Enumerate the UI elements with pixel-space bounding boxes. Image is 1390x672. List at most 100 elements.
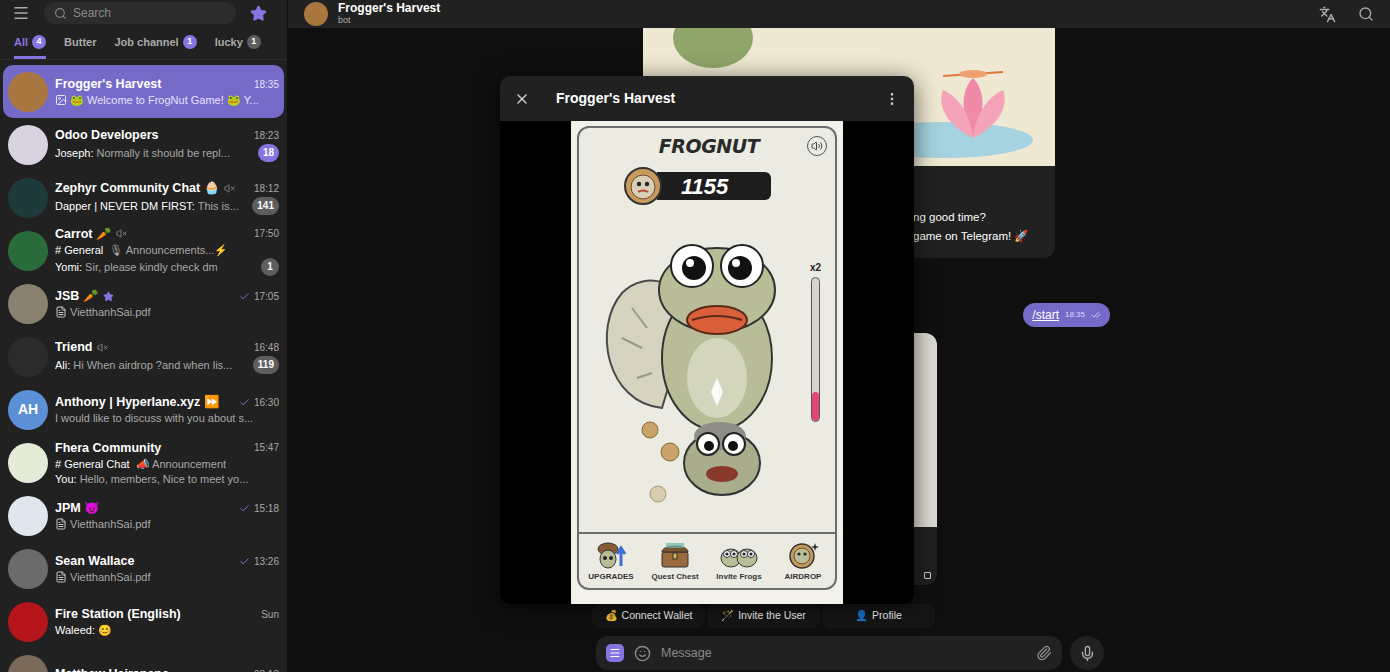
squirrel-frog-character[interactable] bbox=[592, 208, 822, 508]
game-nav-label: UPGRADES bbox=[588, 571, 633, 583]
game-logo: FROGNUT bbox=[659, 132, 759, 161]
message-text[interactable]: /start bbox=[1032, 307, 1059, 323]
more-icon[interactable] bbox=[884, 91, 900, 107]
frogs-icon bbox=[719, 540, 759, 570]
chat-item-header: Triend16:48 bbox=[55, 339, 279, 355]
chat-avatar bbox=[8, 337, 48, 377]
keyboard-button-label: Connect Wallet bbox=[622, 608, 693, 624]
keyboard-button[interactable]: 🪄Invite the User bbox=[707, 604, 820, 628]
voice-button[interactable] bbox=[1070, 636, 1104, 670]
folder-tabs: All4 Butter Job channel1 lucky1 bbox=[0, 26, 287, 60]
keyboard-button-icon: 💰 bbox=[605, 608, 618, 624]
game-nav-item[interactable]: UPGRADES bbox=[579, 534, 643, 588]
chat-avatar bbox=[8, 602, 48, 642]
chat-preview: I would like to discuss with you about s… bbox=[55, 411, 279, 425]
chat-time: 16:30 bbox=[254, 395, 279, 410]
preview-sender: Yomi: bbox=[55, 260, 82, 274]
sound-button[interactable] bbox=[807, 136, 827, 156]
translate-icon[interactable] bbox=[1319, 6, 1336, 23]
search-field[interactable]: Search bbox=[44, 2, 236, 24]
chat-time: 13:26 bbox=[254, 554, 279, 569]
post-mark bbox=[924, 572, 931, 579]
chat-item-header: Odoo Developers18:23 bbox=[55, 127, 279, 143]
bot-keyboard: 💰Connect Wallet🪄Invite the User👤Profile bbox=[592, 602, 1390, 630]
acorn-upgrade-icon bbox=[594, 540, 628, 570]
emoji-icon[interactable] bbox=[634, 645, 651, 662]
chat-item[interactable]: Carrot 🥕17:50# General🎙 Announcements...… bbox=[3, 224, 284, 277]
folder-tab[interactable]: All4 bbox=[14, 34, 46, 60]
chat-header-titles[interactable]: Frogger's Harvestbot bbox=[338, 2, 440, 26]
chat-item[interactable]: Fhera Community15:47# General Chat📣 Anno… bbox=[3, 436, 284, 489]
chat-item[interactable]: Triend16:48Ali:Hi When airdrop ?and when… bbox=[3, 330, 284, 383]
preview-text: Normally it should be repl... bbox=[97, 146, 230, 160]
game-nav-item[interactable]: Quest Chest bbox=[643, 534, 707, 588]
tap-area[interactable]: x2 bbox=[579, 208, 835, 532]
search-icon[interactable] bbox=[1358, 6, 1374, 22]
chat-name: Fhera Community bbox=[55, 440, 161, 456]
preview-text: I would like to discuss with you about s… bbox=[55, 411, 253, 425]
chat-preview: Dapper | NEVER DM FIRST:This is...141 bbox=[55, 197, 279, 215]
menu-icon[interactable] bbox=[12, 4, 30, 22]
attach-icon[interactable] bbox=[1036, 645, 1052, 661]
telegram-window: Search All4 Butter Job channel1 lucky1 Frogge… bbox=[0, 0, 1390, 672]
keyboard-button[interactable]: 💰Connect Wallet bbox=[592, 604, 705, 628]
keyboard-button[interactable]: 👤Profile bbox=[822, 604, 935, 628]
chat-item[interactable]: JSB 🥕17:05VietthanhSai.pdf bbox=[3, 277, 284, 330]
chat-item[interactable]: Matthew Hairsnape08:13 bbox=[3, 648, 284, 672]
chat-item-header: Frogger's Harvest18:35 bbox=[55, 76, 279, 92]
sent-check-icon bbox=[239, 397, 250, 408]
chat-time: 17:05 bbox=[254, 289, 279, 304]
chat-item-body: Fire Station (English)SunWaleed:😊 bbox=[55, 606, 279, 637]
preview-sender: Waleed: bbox=[55, 623, 95, 637]
preview-text: Hi When airdrop ?and when lis... bbox=[73, 358, 232, 372]
folder-tab[interactable]: Job channel1 bbox=[114, 34, 196, 60]
mini-app-body: FROGNUT 1155 x2 UPGRADES Quest ChestInvite F… bbox=[500, 121, 914, 604]
chat-item-body: Fhera Community15:47# General Chat📣 Anno… bbox=[55, 440, 279, 486]
chat-item[interactable]: JPM 😈15:18VietthanhSai.pdf bbox=[3, 489, 284, 542]
input-placeholder: Message bbox=[661, 644, 712, 663]
muted-icon bbox=[116, 228, 127, 239]
file-icon bbox=[55, 571, 67, 583]
chat-item[interactable]: AHAnthony | Hyperlane.xyz ⏩16:30I would … bbox=[3, 383, 284, 436]
message-input[interactable]: Message bbox=[596, 636, 1062, 670]
chat-item[interactable]: Sean Wallace13:26VietthanhSai.pdf bbox=[3, 542, 284, 595]
folder-tab[interactable]: lucky1 bbox=[215, 34, 261, 60]
game-nav-item[interactable]: AIRDROP bbox=[771, 534, 835, 588]
game-nav-item[interactable]: Invite Frogs bbox=[707, 534, 771, 588]
chat-preview: Ali:Hi When airdrop ?and when lis...119 bbox=[55, 356, 279, 374]
keyboard-button-label: Invite the User bbox=[738, 608, 806, 624]
star-icon[interactable] bbox=[250, 5, 267, 22]
folder-tab[interactable]: Butter bbox=[64, 34, 96, 60]
chat-name: JSB 🥕 bbox=[55, 288, 99, 304]
game-frame: FROGNUT 1155 x2 UPGRADES Quest ChestInvite F… bbox=[577, 126, 837, 590]
folder-label: Job channel bbox=[114, 34, 178, 51]
file-icon bbox=[55, 306, 67, 318]
chat-item-body: JPM 😈15:18VietthanhSai.pdf bbox=[55, 500, 279, 531]
balance-value: 1155 bbox=[681, 170, 728, 203]
close-icon[interactable] bbox=[514, 91, 530, 107]
chat-preview: VietthanhSai.pdf bbox=[55, 570, 279, 584]
chat-item-body: Zephyr Community Chat 🧁18:12Dapper | NEV… bbox=[55, 180, 279, 215]
chat-item-header: Fhera Community15:47 bbox=[55, 440, 279, 456]
chat-item[interactable]: Zephyr Community Chat 🧁18:12Dapper | NEV… bbox=[3, 171, 284, 224]
chat-item-header: Matthew Hairsnape08:13 bbox=[55, 666, 279, 672]
bot-menu-button[interactable] bbox=[606, 644, 624, 662]
chat-avatar bbox=[8, 231, 48, 271]
chat-topics: # General🎙 Announcements...⚡ bbox=[55, 243, 279, 257]
chat-item-header: Anthony | Hyperlane.xyz ⏩16:30 bbox=[55, 394, 279, 410]
game-top-bar: FROGNUT bbox=[579, 128, 835, 164]
chat-item[interactable]: Fire Station (English)SunWaleed:😊 bbox=[3, 595, 284, 648]
caption-line: ng good time? bbox=[913, 208, 1055, 227]
chat-avatar: AH bbox=[8, 390, 48, 430]
chat-header-avatar[interactable] bbox=[304, 2, 328, 26]
game-nav: UPGRADES Quest ChestInvite FrogsAIRDROP bbox=[579, 532, 835, 588]
chat-item[interactable]: Frogger's Harvest18:35🐸 Welcome to FrogN… bbox=[3, 65, 284, 118]
chat-item-body: Anthony | Hyperlane.xyz ⏩16:30I would li… bbox=[55, 394, 279, 425]
logo-holder: FROGNUT bbox=[611, 132, 807, 161]
chat-item[interactable]: Odoo Developers18:23Joseph:Normally it s… bbox=[3, 118, 284, 171]
chat-item-body: Carrot 🥕17:50# General🎙 Announcements...… bbox=[55, 226, 279, 276]
chat-name: Odoo Developers bbox=[55, 127, 159, 143]
energy-meter: x2 bbox=[810, 260, 821, 422]
unread-badge: 119 bbox=[253, 356, 279, 374]
mini-app-header: Frogger's Harvest bbox=[500, 76, 914, 121]
